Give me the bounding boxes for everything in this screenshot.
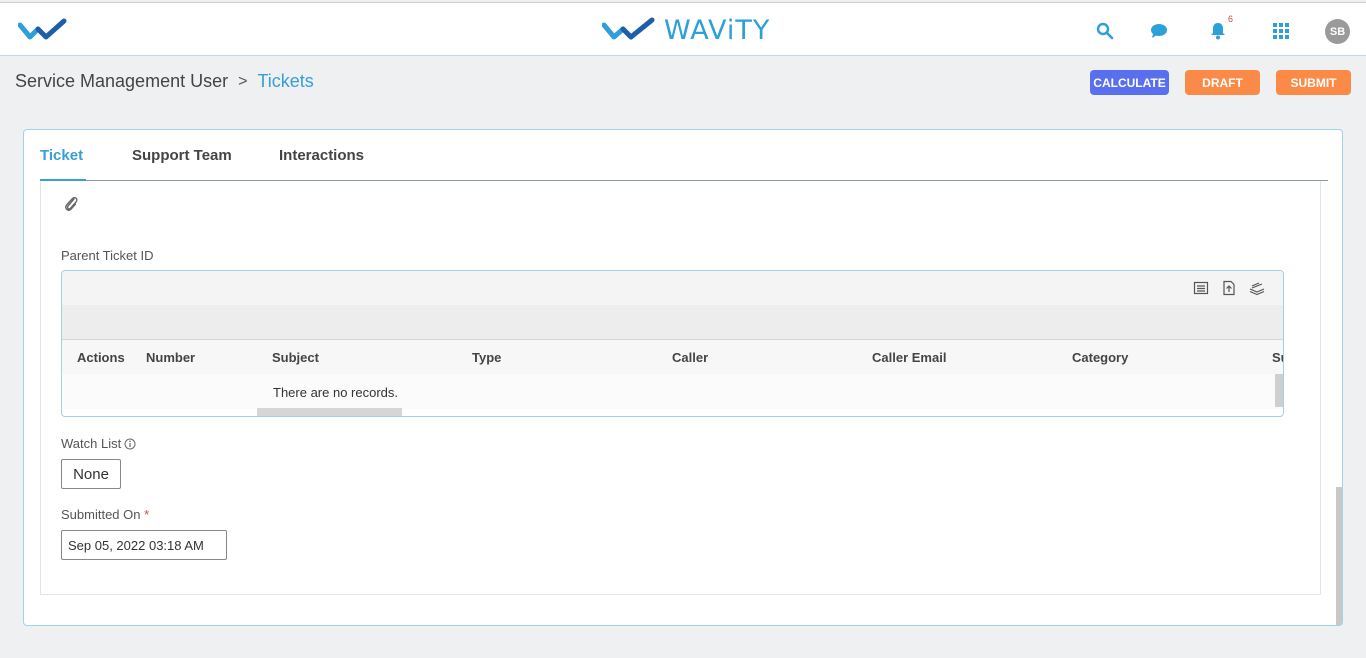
column-header[interactable]: Category xyxy=(1072,350,1128,365)
brand-name: WAViTY xyxy=(664,14,771,46)
column-header[interactable]: Caller Email xyxy=(872,350,946,365)
breadcrumb-separator: > xyxy=(238,72,248,90)
grid-header: Actions Number Subject Type Caller Calle… xyxy=(62,340,1283,374)
calculate-button[interactable]: CALCULATE xyxy=(1090,70,1169,95)
tab-ticket[interactable]: Ticket xyxy=(40,147,83,164)
column-header[interactable]: Subject xyxy=(272,350,319,365)
breadcrumb-current[interactable]: Tickets xyxy=(257,71,313,92)
parent-ticket-grid: Actions Number Subject Type Caller Calle… xyxy=(61,270,1284,417)
app-logo-icon[interactable] xyxy=(17,17,70,43)
paperclip-icon[interactable] xyxy=(63,195,79,213)
column-header[interactable]: Type xyxy=(472,350,501,365)
tab-label: Ticket xyxy=(40,147,84,164)
grid-toolbar xyxy=(62,271,1283,305)
grid-vertical-scrollbar[interactable] xyxy=(1275,374,1283,407)
column-header[interactable]: Caller xyxy=(672,350,708,365)
form-vertical-scrollbar[interactable] xyxy=(1336,487,1342,625)
column-header[interactable]: Su xyxy=(1272,350,1283,365)
tab-label: Interactions xyxy=(279,147,365,164)
parent-ticket-label: Parent Ticket ID xyxy=(61,248,154,263)
breadcrumb-parent[interactable]: Service Management User xyxy=(15,71,228,92)
column-header[interactable]: Number xyxy=(146,350,195,365)
notification-count-badge: 6 xyxy=(1227,14,1233,24)
search-icon[interactable] xyxy=(1094,20,1116,42)
grid-group-row xyxy=(62,305,1283,340)
submit-button[interactable]: SUBMIT xyxy=(1276,70,1351,95)
apps-grid-icon[interactable] xyxy=(1270,20,1292,42)
watch-list-value[interactable]: None xyxy=(61,459,121,489)
brand-logo[interactable]: WAViTY xyxy=(602,13,770,47)
tab-interactions[interactable]: Interactions xyxy=(279,147,364,164)
submitted-on-label: Submitted On xyxy=(61,507,141,522)
brand-mark-icon xyxy=(602,17,655,40)
breadcrumb: Service Management User > Tickets xyxy=(15,71,314,92)
chat-icon[interactable] xyxy=(1148,20,1170,42)
top-navbar: WAViTY 6 SB xyxy=(0,2,1366,56)
list-view-icon[interactable] xyxy=(1193,280,1209,296)
notifications-bell-icon[interactable]: 6 xyxy=(1207,14,1233,42)
layers-icon[interactable] xyxy=(1249,280,1265,296)
grid-body: There are no records. xyxy=(62,374,1283,409)
required-asterisk: * xyxy=(144,507,150,522)
tab-label: Support Team xyxy=(132,147,232,164)
watch-list-label: Watch List xyxy=(61,436,122,451)
draft-button[interactable]: DRAFT xyxy=(1185,70,1260,95)
empty-message: There are no records. xyxy=(273,385,399,400)
export-file-icon[interactable] xyxy=(1221,280,1237,296)
watch-list-label-row: Watch List xyxy=(61,436,136,451)
user-avatar[interactable]: SB xyxy=(1325,19,1350,44)
ticket-form-card: Ticket Support Team Interactions Parent … xyxy=(23,129,1343,626)
column-header[interactable]: Actions xyxy=(77,350,125,365)
info-icon[interactable] xyxy=(124,438,136,450)
submitted-on-field[interactable] xyxy=(61,530,227,560)
tab-support-team[interactable]: Support Team xyxy=(132,147,232,164)
grid-horizontal-scrollbar[interactable] xyxy=(257,408,402,416)
tab-bar: Ticket Support Team Interactions xyxy=(40,130,1328,181)
ticket-form-body: Parent Ticket ID Actions Number Subject … xyxy=(40,181,1321,595)
submitted-on-label-row: Submitted On * xyxy=(61,507,149,522)
